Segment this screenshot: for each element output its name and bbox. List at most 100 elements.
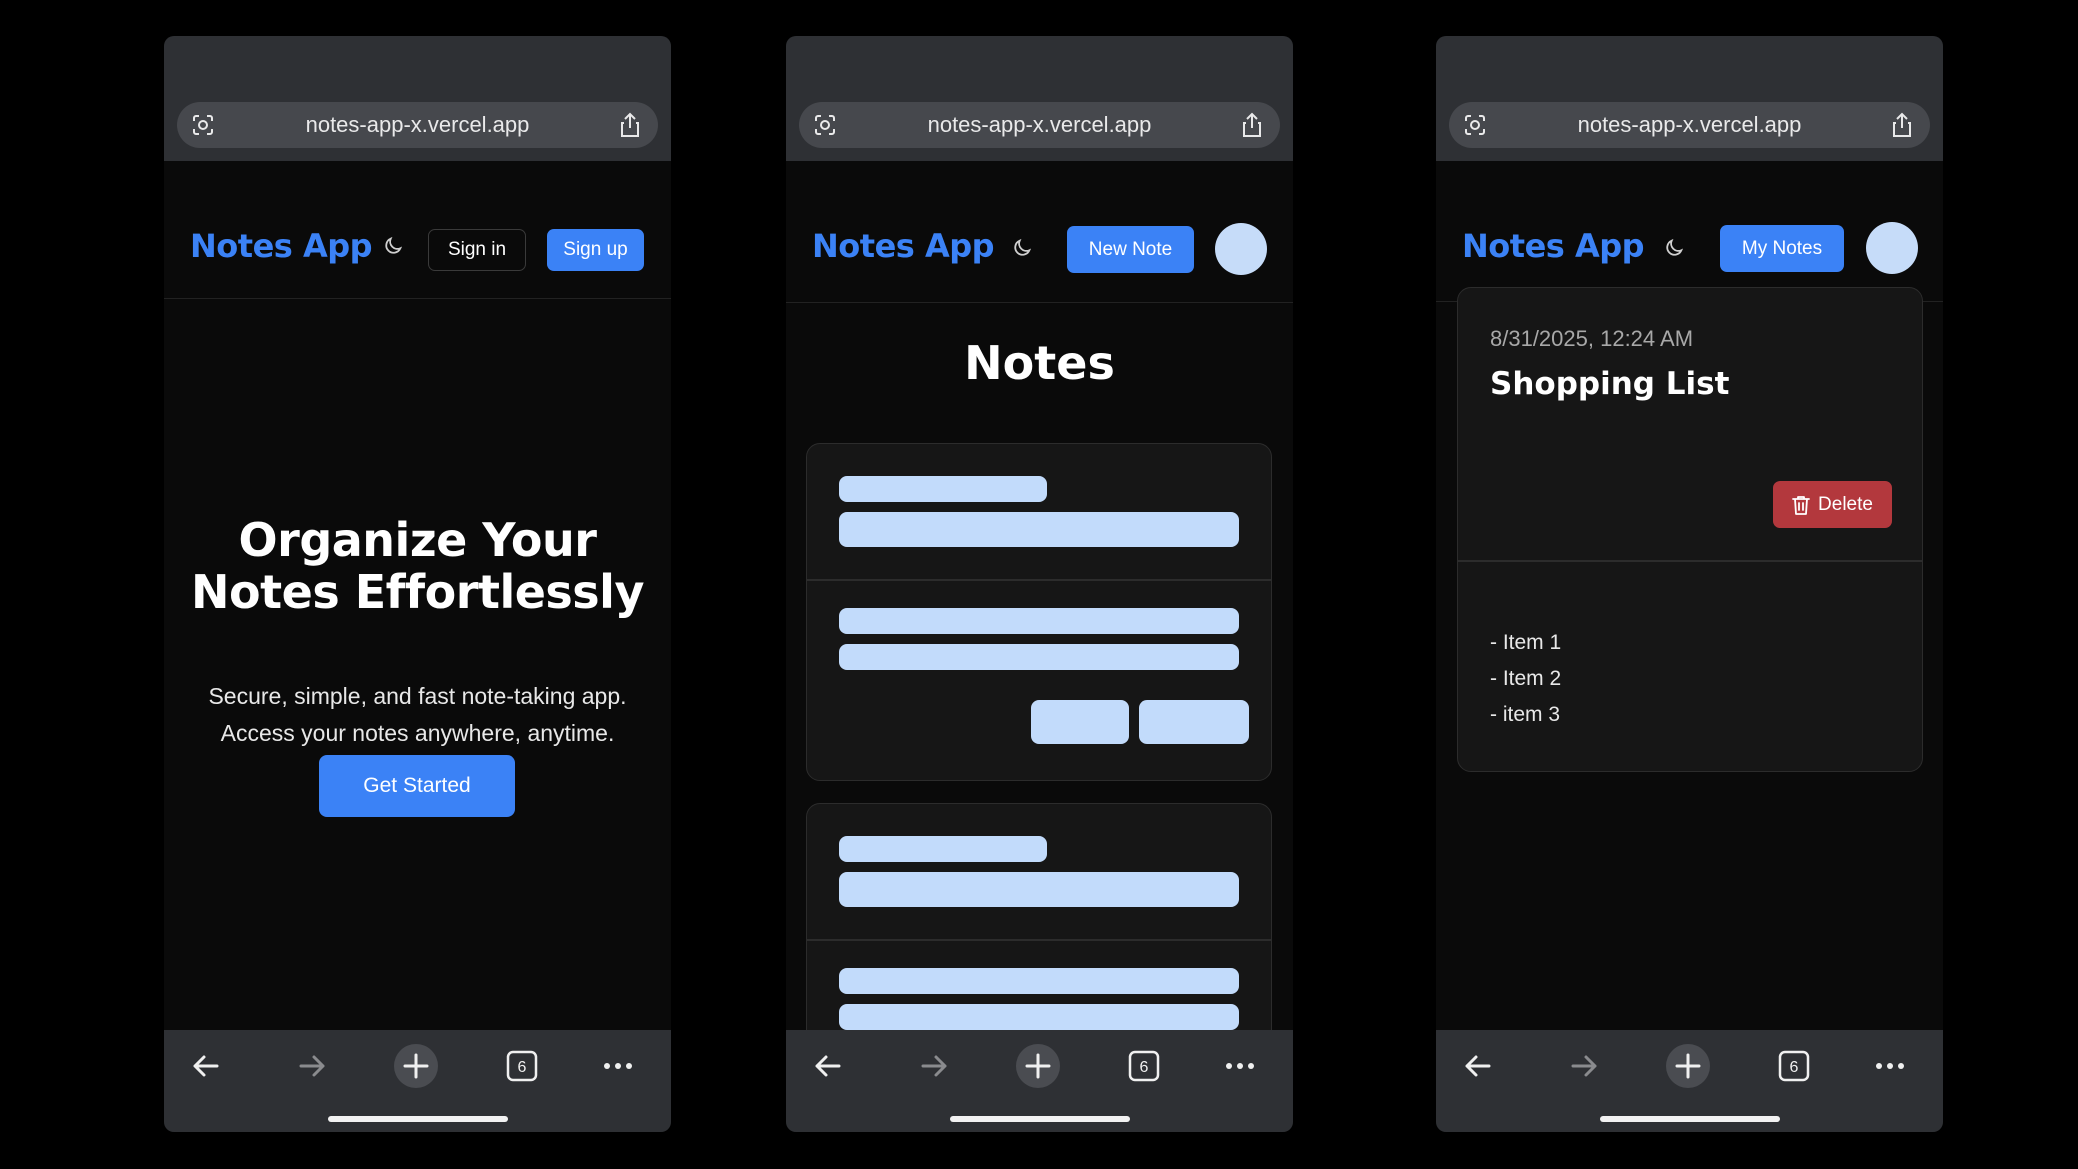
tabs-button[interactable]: 6 [500,1044,544,1088]
note-title: Shopping List [1490,366,1730,402]
divider [807,579,1271,581]
get-started-button[interactable]: Get Started [319,755,515,817]
moon-icon[interactable] [382,235,404,257]
browser-top-bar: notes-app-x.vercel.app [786,36,1293,161]
share-icon[interactable] [1240,112,1264,138]
url-text[interactable]: notes-app-x.vercel.app [928,112,1152,138]
browser-bottom-bar: 6 [786,1030,1293,1132]
forward-button[interactable] [1562,1044,1606,1088]
hero-title-line1: Organize Your [238,513,597,567]
app-header: Notes App New Note [786,161,1293,303]
more-icon [1226,1063,1254,1069]
skeleton-line [839,608,1239,634]
phone-screen-landing: notes-app-x.vercel.app Notes App Sign in… [164,36,671,1132]
app-logo[interactable]: Notes App [190,227,373,265]
tabs-icon: 6 [1128,1050,1160,1082]
skeleton-button [1031,700,1129,744]
hero-subtitle: Secure, simple, and fast note-taking app… [164,678,671,752]
page-title: Notes [964,336,1115,390]
skeleton-line [839,968,1239,994]
new-tab-button[interactable] [1666,1044,1710,1088]
plus-icon [403,1053,429,1079]
skeleton-line [839,512,1239,547]
note-line: - item 3 [1490,703,1561,726]
trash-icon [1792,495,1810,515]
address-bar[interactable]: notes-app-x.vercel.app [177,102,658,148]
tab-count: 6 [518,1059,527,1076]
moon-icon[interactable] [1663,237,1685,259]
tabs-button[interactable]: 6 [1122,1044,1166,1088]
tab-count: 6 [1790,1059,1799,1076]
avatar[interactable] [1215,223,1267,275]
skeleton-card [806,443,1272,781]
note-line: - Item 2 [1490,667,1562,690]
arrow-left-icon [1465,1055,1491,1077]
plus-icon [1025,1053,1051,1079]
home-indicator[interactable] [950,1116,1130,1122]
divider [807,939,1271,941]
delete-label: Delete [1818,493,1873,515]
hero-title-line2: Notes Effortlessly [191,565,644,619]
address-bar[interactable]: notes-app-x.vercel.app [1449,102,1930,148]
arrow-right-icon [921,1055,947,1077]
skeleton-line [839,872,1239,907]
note-line: - Item 1 [1490,631,1562,654]
arrow-left-icon [193,1055,219,1077]
home-indicator[interactable] [1600,1116,1780,1122]
browser-top-bar: notes-app-x.vercel.app [1436,36,1943,161]
tabs-icon: 6 [1778,1050,1810,1082]
home-indicator[interactable] [328,1116,508,1122]
menu-button[interactable] [596,1044,640,1088]
phone-screen-notes-loading: notes-app-x.vercel.app Notes App New Not… [786,36,1293,1132]
share-icon[interactable] [1890,112,1914,138]
skeleton-line [839,476,1047,502]
back-button[interactable] [806,1044,850,1088]
plus-icon [1675,1053,1701,1079]
hero-title: Organize Your Notes Effortlessly [164,514,671,618]
browser-bottom-bar: 6 [1436,1030,1943,1132]
share-icon[interactable] [618,112,642,138]
note-content: - Item 1 - Item 2 - item 3 [1490,625,1561,733]
url-text[interactable]: notes-app-x.vercel.app [1578,112,1802,138]
skeleton-button [1139,700,1249,744]
more-icon [604,1063,632,1069]
hero-subtitle-line1: Secure, simple, and fast note-taking app… [208,683,627,709]
browser-top-bar: notes-app-x.vercel.app [164,36,671,161]
menu-button[interactable] [1218,1044,1262,1088]
app-header: Notes App My Notes [1436,161,1943,302]
skeleton-line [839,836,1047,862]
app-logo[interactable]: Notes App [1462,227,1645,265]
tabs-button[interactable]: 6 [1772,1044,1816,1088]
sign-in-button[interactable]: Sign in [428,229,526,271]
arrow-right-icon [1571,1055,1597,1077]
skeleton-line [839,1004,1239,1030]
address-bar[interactable]: notes-app-x.vercel.app [799,102,1280,148]
new-tab-button[interactable] [1016,1044,1060,1088]
my-notes-button[interactable]: My Notes [1720,225,1844,272]
tabs-icon: 6 [506,1050,538,1082]
moon-icon[interactable] [1011,237,1033,259]
browser-bottom-bar: 6 [164,1030,671,1132]
sign-up-button[interactable]: Sign up [547,229,644,271]
back-button[interactable] [1456,1044,1500,1088]
app-header: Notes App Sign in Sign up [164,161,671,299]
app-logo[interactable]: Notes App [812,227,995,265]
forward-button[interactable] [912,1044,956,1088]
delete-button[interactable]: Delete [1773,481,1892,528]
arrow-left-icon [815,1055,841,1077]
phone-screen-note-detail: notes-app-x.vercel.app Notes App My Note… [1436,36,1943,1132]
menu-button[interactable] [1868,1044,1912,1088]
note-date: 8/31/2025, 12:24 AM [1490,326,1694,351]
note-card: 8/31/2025, 12:24 AM Shopping List Delete… [1457,287,1923,772]
divider [1458,560,1922,562]
lens-icon[interactable] [813,113,837,137]
new-tab-button[interactable] [394,1044,438,1088]
url-text[interactable]: notes-app-x.vercel.app [306,112,530,138]
lens-icon[interactable] [191,113,215,137]
avatar[interactable] [1866,222,1918,274]
back-button[interactable] [184,1044,228,1088]
forward-button[interactable] [290,1044,334,1088]
lens-icon[interactable] [1463,113,1487,137]
new-note-button[interactable]: New Note [1067,226,1194,273]
arrow-right-icon [299,1055,325,1077]
